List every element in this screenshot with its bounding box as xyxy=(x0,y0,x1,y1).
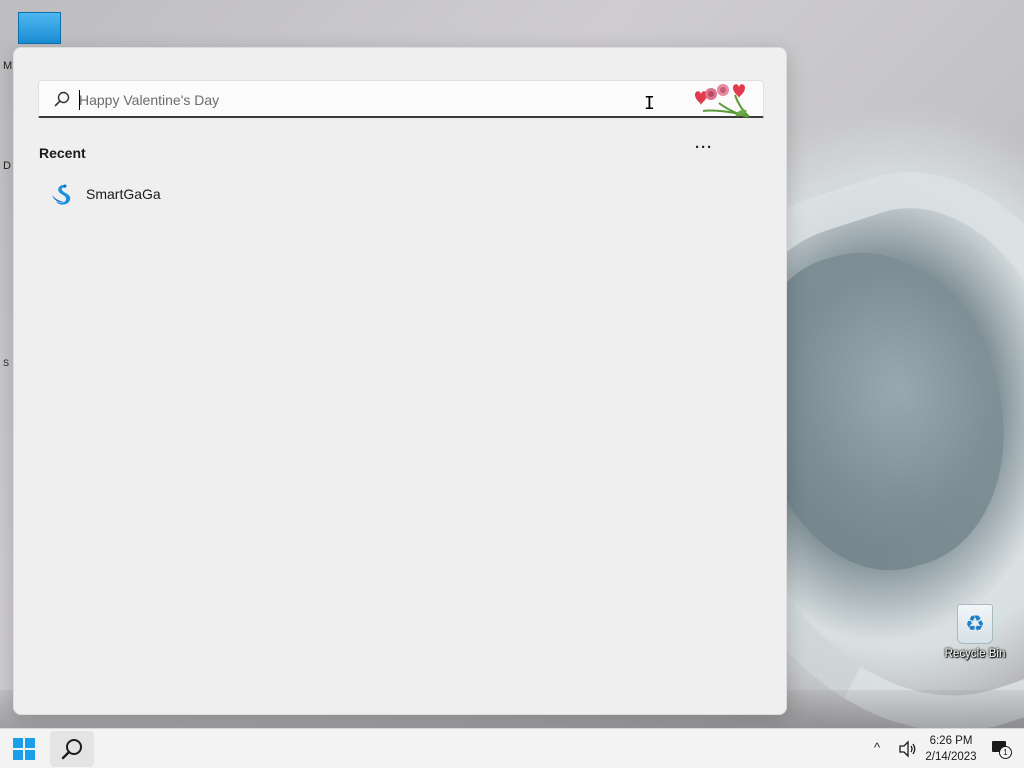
windows-logo-icon xyxy=(13,738,35,760)
search-input[interactable] xyxy=(79,88,639,112)
search-icon xyxy=(61,739,82,760)
taskbar-search-button[interactable] xyxy=(50,731,94,767)
desktop-icon-label-edge: M xyxy=(3,60,13,72)
volume-icon[interactable] xyxy=(898,739,918,759)
notification-count-badge: 1 xyxy=(999,746,1012,759)
search-flyout: I Recent ··· SmartGaGa xyxy=(13,47,787,715)
recent-item-label: SmartGaGa xyxy=(86,186,161,202)
search-icon xyxy=(54,91,70,107)
taskbar-clock[interactable]: 6:26 PM 2/14/2023 xyxy=(918,733,984,765)
valentine-flowers-icon xyxy=(695,84,750,118)
clock-date: 2/14/2023 xyxy=(925,751,977,763)
recent-item[interactable]: SmartGaGa xyxy=(42,176,292,212)
desktop-monitor-icon[interactable] xyxy=(18,12,61,44)
clock-time: 6:26 PM xyxy=(929,735,973,747)
text-caret xyxy=(79,90,80,110)
swan-logo-icon xyxy=(52,184,71,205)
recycle-bin-icon: ♻ xyxy=(957,604,993,644)
search-box[interactable]: I xyxy=(38,80,764,118)
start-button[interactable] xyxy=(8,733,40,765)
more-options-button[interactable]: ··· xyxy=(692,140,716,161)
recent-heading: Recent xyxy=(39,145,86,161)
desktop-icon-label-edge: S xyxy=(3,358,10,368)
taskbar: ^ 6:26 PM 2/14/2023 1 xyxy=(0,728,1024,768)
recycle-bin-label: Recycle Bin xyxy=(944,648,1006,660)
show-hidden-icons-chevron-icon[interactable]: ^ xyxy=(874,740,880,755)
notification-center-button[interactable]: 1 xyxy=(992,740,1012,760)
desktop-icon-label-edge: D xyxy=(3,160,11,172)
recycle-bin[interactable]: ♻ Recycle Bin xyxy=(940,604,1010,660)
ibeam-cursor-icon: I xyxy=(644,93,655,114)
